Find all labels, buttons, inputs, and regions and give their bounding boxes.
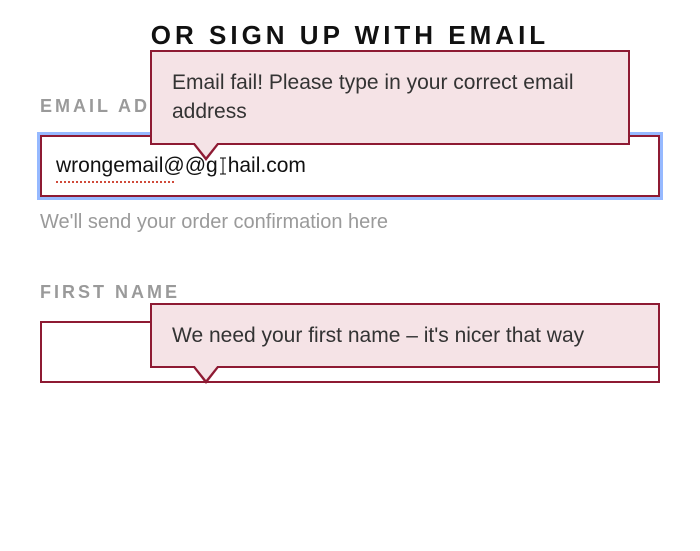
firstname-error-text: We need your first name – it's nicer tha… xyxy=(172,324,584,347)
email-helper-text: We'll send your order confirmation here xyxy=(40,211,660,234)
tooltip-arrow-icon xyxy=(192,366,220,384)
email-error-tooltip: Email fail! Please type in your correct … xyxy=(150,50,630,145)
tooltip-arrow-icon xyxy=(192,143,220,161)
signup-heading: OR SIGN UP WITH EMAIL xyxy=(40,20,660,51)
firstname-error-tooltip: We need your first name – it's nicer tha… xyxy=(150,303,660,368)
email-error-text: Email fail! Please type in your correct … xyxy=(172,71,574,123)
firstname-label: FIRST NAME xyxy=(40,282,660,303)
